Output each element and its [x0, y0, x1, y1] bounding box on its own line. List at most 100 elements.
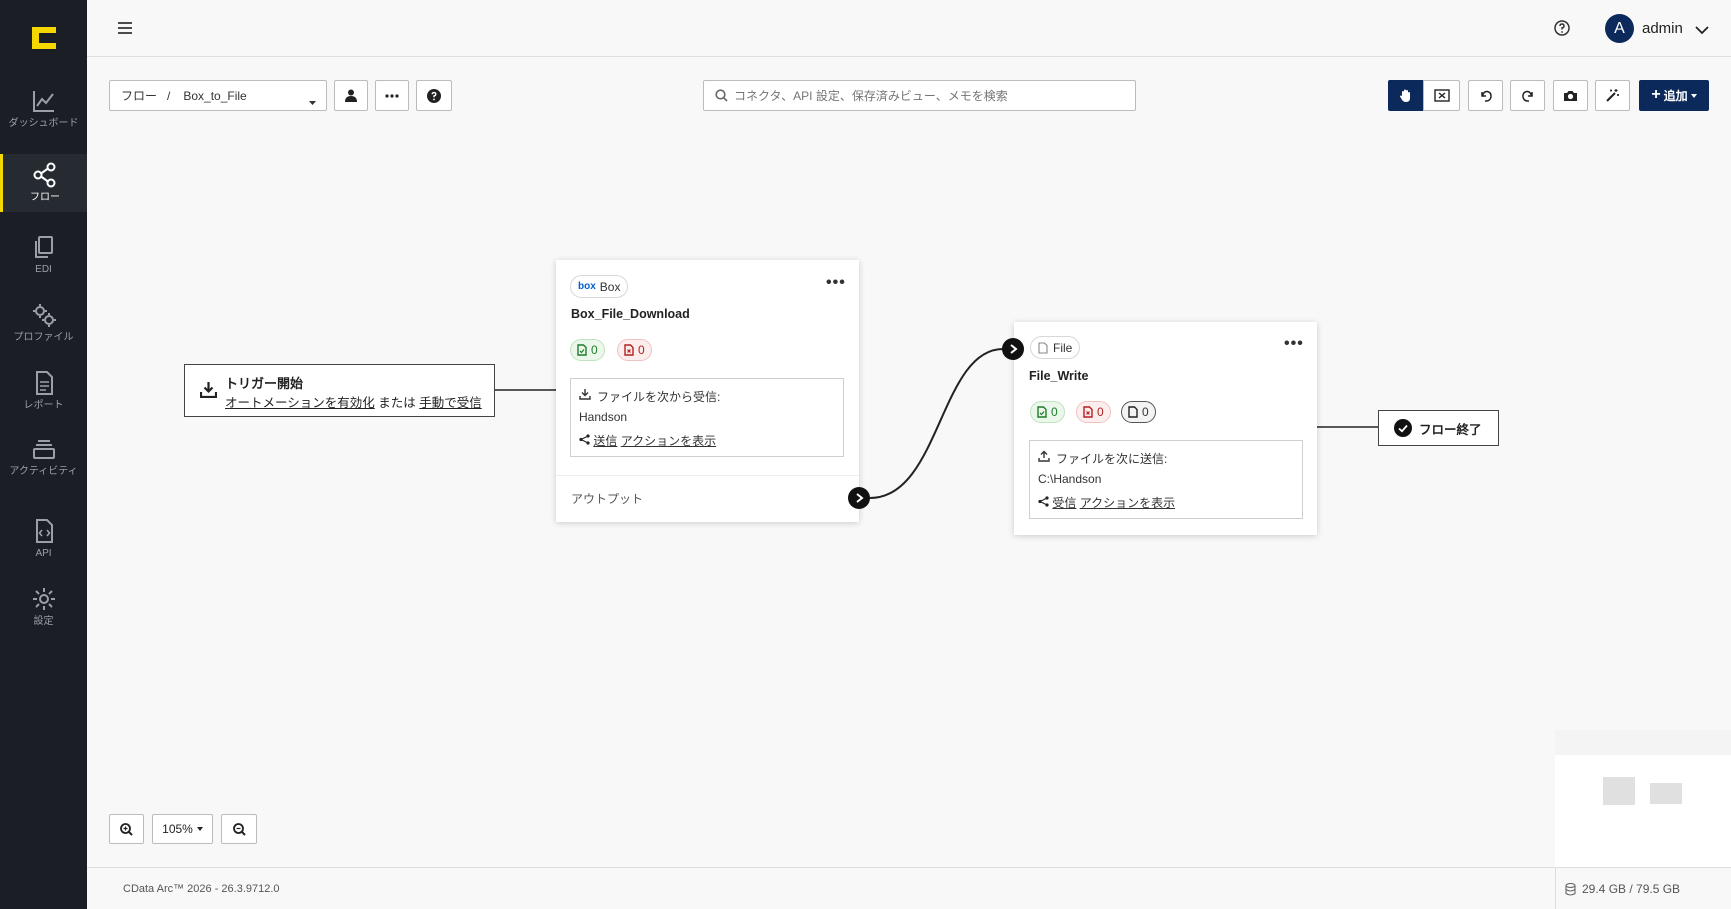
- download-icon: [579, 389, 591, 400]
- share-nodes-icon: [33, 162, 56, 188]
- database-icon: [1565, 883, 1576, 896]
- screenshot-button[interactable]: [1553, 80, 1588, 111]
- connector-type-chip: File: [1030, 336, 1081, 359]
- zoom-out-button[interactable]: [221, 814, 257, 844]
- connector-name: File_Write: [1029, 369, 1089, 383]
- success-count-badge[interactable]: 0: [570, 339, 605, 361]
- sidebar-item-flow[interactable]: フロー: [0, 154, 87, 212]
- flow-end-node[interactable]: フロー終了: [1378, 410, 1499, 446]
- connector-type-label: Box: [599, 279, 621, 294]
- box-logo-icon: box: [578, 281, 596, 292]
- user-assign-button[interactable]: [334, 80, 368, 111]
- success-count-badge[interactable]: 0: [1030, 401, 1065, 423]
- show-actions-link[interactable]: 受信 アクションを表示: [1038, 494, 1175, 511]
- node-menu-icon[interactable]: •••: [826, 274, 846, 292]
- sidebar-item-label: 設定: [33, 616, 54, 627]
- redo-button[interactable]: [1510, 80, 1545, 111]
- hamburger-menu-icon[interactable]: [115, 18, 135, 38]
- cdata-logo-icon: [31, 27, 56, 49]
- file-error-icon: [624, 344, 634, 356]
- send-folder: C:\Handson: [1038, 472, 1102, 486]
- caret-down-icon: [1690, 93, 1697, 98]
- minimap[interactable]: [1555, 730, 1731, 867]
- file-success-icon: [1037, 406, 1047, 418]
- connector-type-label: File: [1053, 340, 1073, 355]
- error-count: 0: [1097, 405, 1104, 419]
- manual-receive-link[interactable]: 手動で受信: [419, 396, 482, 410]
- send-action-link[interactable]: 送信: [593, 434, 617, 448]
- chart-line-icon: [32, 91, 54, 112]
- box-connector-node[interactable]: box Box ••• Box_File_Download 0 0 ファイルを次…: [556, 260, 859, 522]
- select-mode-button[interactable]: [1423, 80, 1460, 111]
- zoom-in-button[interactable]: [109, 814, 144, 844]
- search-bar[interactable]: [703, 80, 1136, 111]
- search-input[interactable]: [734, 88, 1124, 103]
- enable-automation-link[interactable]: オートメーションを有効化: [225, 396, 375, 410]
- input-port-arrow-icon[interactable]: [1002, 338, 1024, 360]
- file-success-icon: [577, 344, 587, 356]
- view-actions-link[interactable]: アクションを表示: [621, 434, 716, 448]
- share-icon: [579, 434, 590, 445]
- undo-icon: [1480, 90, 1492, 102]
- user-name[interactable]: admin: [1642, 20, 1683, 37]
- sidebar-item-edi[interactable]: EDI: [0, 226, 87, 290]
- file-icon: [1038, 341, 1048, 354]
- flow-name: Box_to_File: [183, 88, 247, 103]
- receive-action-link[interactable]: 受信: [1052, 496, 1076, 510]
- cdata-logo[interactable]: [0, 0, 87, 76]
- trigger-start-node[interactable]: トリガー開始 オートメーションを有効化 または 手動で受信: [184, 364, 495, 417]
- breadcrumb-separator: /: [167, 88, 171, 103]
- search-icon: [715, 89, 728, 102]
- sidebar: ダッシュボード フロー EDI プロファイル レポート アクティビティ API …: [0, 0, 87, 909]
- flow-help-button[interactable]: [416, 80, 452, 111]
- node-menu-icon[interactable]: •••: [1284, 335, 1304, 353]
- pending-count-badge[interactable]: 0: [1121, 401, 1156, 423]
- add-button[interactable]: + 追加: [1639, 80, 1709, 111]
- top-header: A admin: [87, 0, 1731, 57]
- file-error-icon: [1083, 406, 1093, 418]
- auto-layout-button[interactable]: [1595, 80, 1630, 111]
- ellipsis-icon: [385, 93, 399, 98]
- zoom-level-select[interactable]: 105%: [152, 814, 213, 844]
- minimap-viewport[interactable]: [1555, 755, 1731, 867]
- share-icon: [1038, 496, 1049, 507]
- magic-wand-icon: [1606, 89, 1619, 102]
- gears-icon: [32, 304, 56, 327]
- sidebar-item-report[interactable]: レポート: [0, 362, 87, 426]
- error-count-badge[interactable]: 0: [617, 339, 652, 361]
- sidebar-item-api[interactable]: API: [0, 510, 87, 574]
- flow-selector[interactable]: フロー / Box_to_File: [109, 80, 327, 111]
- sidebar-item-label: レポート: [23, 400, 64, 411]
- sidebar-item-dashboard[interactable]: ダッシュボード: [0, 80, 87, 144]
- help-icon[interactable]: [1553, 19, 1571, 37]
- file-pending-icon: [1128, 406, 1138, 418]
- footer-divider: [1555, 868, 1556, 909]
- show-actions-link[interactable]: 送信 アクションを表示: [579, 432, 716, 449]
- sidebar-item-activity[interactable]: アクティビティ: [0, 428, 87, 492]
- output-port-arrow-icon[interactable]: [848, 487, 870, 509]
- sidebar-item-label: ダッシュボード: [8, 118, 79, 129]
- view-actions-link[interactable]: アクションを表示: [1080, 496, 1175, 510]
- select-area-icon: [1433, 89, 1450, 102]
- error-count: 0: [638, 343, 645, 357]
- receive-folder: Handson: [579, 410, 628, 424]
- pan-mode-button[interactable]: [1388, 80, 1424, 111]
- add-button-label: 追加: [1663, 89, 1688, 103]
- error-count-badge[interactable]: 0: [1076, 401, 1111, 423]
- redo-icon: [1521, 90, 1533, 102]
- sidebar-item-settings[interactable]: 設定: [0, 578, 87, 642]
- file-connector-node[interactable]: File ••• File_Write 0 0 0 ファイルを次に送信: C:\…: [1014, 322, 1317, 535]
- sidebar-item-profile[interactable]: プロファイル: [0, 294, 87, 358]
- send-settings-box[interactable]: ファイルを次に送信: C:\Handson 受信 アクションを表示: [1029, 440, 1303, 519]
- avatar[interactable]: A: [1605, 14, 1634, 43]
- pending-count: 0: [1142, 405, 1149, 419]
- sidebar-item-label: フロー: [30, 192, 60, 203]
- chevron-down-icon[interactable]: [1695, 22, 1709, 40]
- undo-button[interactable]: [1468, 80, 1503, 111]
- trigger-description: オートメーションを有効化 または 手動で受信: [225, 392, 482, 411]
- receive-settings-box[interactable]: ファイルを次から受信: Handson 送信 アクションを表示: [570, 378, 844, 457]
- output-label: アウトプット: [571, 492, 644, 506]
- file-code-icon: [35, 519, 53, 543]
- more-options-button[interactable]: [375, 80, 409, 111]
- zoom-in-icon: [120, 822, 133, 836]
